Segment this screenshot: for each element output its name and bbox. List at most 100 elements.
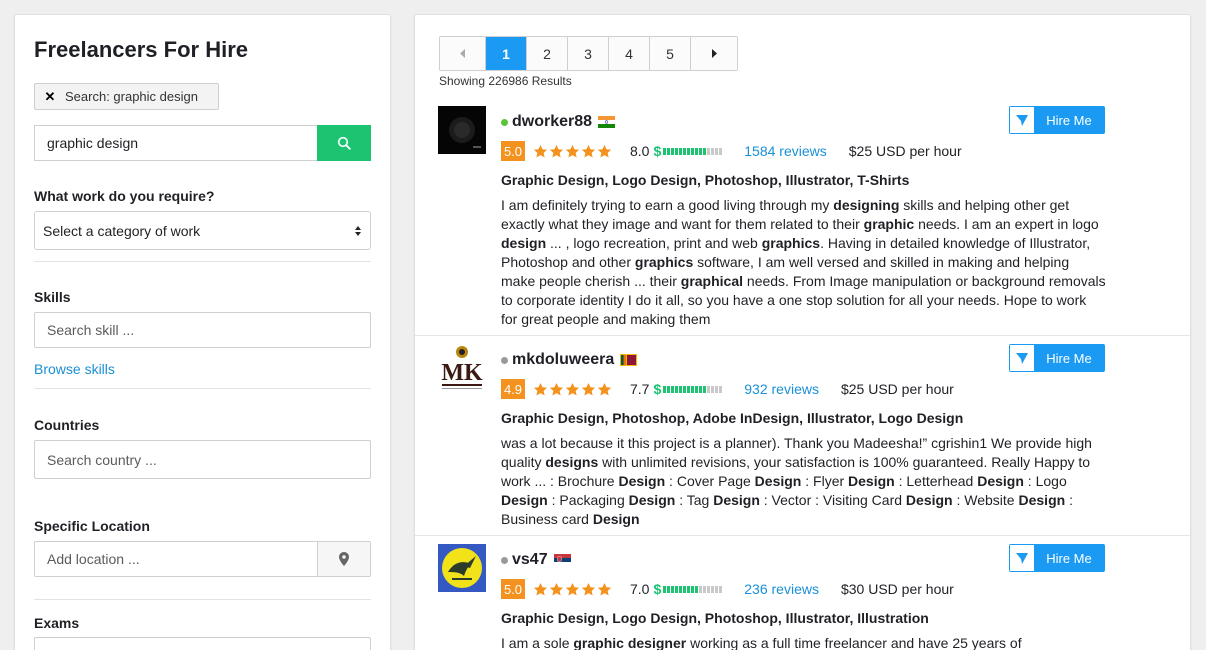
earnings-bar-segment [711,585,715,593]
skills-list: Graphic Design, Logo Design, Photoshop, … [501,610,929,626]
svg-text:MK: MK [441,360,483,386]
page-5-button[interactable]: 5 [650,37,691,70]
earnings-bar-segment [675,585,679,593]
work-label: What work do you require? [34,188,215,204]
earnings-bar-segment [711,385,715,393]
search-input[interactable]: graphic design [34,125,317,161]
earnings-bar-segment [683,385,687,393]
star-icon [549,382,564,395]
avatar-image: MK [438,344,486,392]
earnings-bar-segment [719,585,723,593]
hire-me-button[interactable]: Hire Me [1009,106,1105,134]
hire-me-button[interactable]: Hire Me [1009,544,1105,572]
star-icon [597,144,612,157]
earnings-bar-segment [703,385,707,393]
next-page-button[interactable] [691,37,737,70]
star-icon [565,144,580,157]
username-row: mkdoluweera [501,351,638,369]
earnings-bar-segment [691,147,695,155]
hourly-rate: $25 USD per hour [840,381,954,397]
earnings-bar-segment [663,585,667,593]
exams-label: Exams [34,615,80,631]
star-icon [581,582,596,595]
earnings-bar-segment [707,585,711,593]
hire-me-label: Hire Me [1046,350,1092,366]
earnings-bar-segment [703,585,707,593]
earnings-bar-segment [707,385,711,393]
hire-me-label: Hire Me [1046,550,1092,566]
hourly-rate: $25 USD per hour [848,143,962,159]
location-field: Add location ... [34,541,371,577]
avatar[interactable] [438,106,486,154]
star-icon [533,144,548,157]
earnings-bar-segment [687,147,691,155]
earnings-bar-segment [683,147,687,155]
earnings-bar-segment [671,147,675,155]
hire-me-button[interactable]: Hire Me [1009,344,1105,372]
reviews-link[interactable]: 1584 reviews [744,143,827,159]
skills-search-input[interactable]: Search skill ... [34,312,371,348]
chevron-right-icon [712,49,717,58]
prev-page-button[interactable] [440,37,486,70]
rating-badge: 5.0 [501,141,525,161]
earnings-bar-segment [695,147,699,155]
avatar[interactable]: MK [438,344,486,392]
dollar-icon: $ [653,143,662,159]
countries-label: Countries [34,417,100,433]
earnings-bar-segment [691,585,695,593]
exams-input[interactable] [34,637,371,650]
paper-plane-icon [1010,345,1034,371]
earnings-bar-segment [675,385,679,393]
star-rating [533,144,612,159]
earnings-bar-segment [663,385,667,393]
country-search-input[interactable]: Search country ... [34,440,371,479]
search-button[interactable] [317,125,371,161]
reviews-link[interactable]: 932 reviews [744,381,819,397]
serbia-flag-icon [553,554,571,566]
stats-row: 4.9 7.7 $ 932 reviews $25 USD per hour [501,379,954,399]
page-2-button[interactable]: 2 [527,37,568,70]
sri-lanka-flag-icon [620,354,638,366]
work-category-select[interactable]: Select a category of work [34,211,371,250]
chip-label: Search: graphic design [65,89,198,104]
page-1-button[interactable]: 1 [486,37,527,70]
rating-badge: 4.9 [501,379,525,399]
location-button[interactable] [318,542,370,576]
earnings-bar-segment [695,585,699,593]
skills-label: Skills [34,289,71,305]
map-pin-icon [339,552,349,566]
stats-row: 5.0 8.0 $ 1584 reviews $25 USD per hour [501,141,962,161]
offline-status-icon [501,556,508,564]
skills-list: Graphic Design, Logo Design, Photoshop, … [501,172,910,188]
reviews-link[interactable]: 236 reviews [744,581,819,597]
username-link[interactable]: vs47 [512,551,548,569]
hourly-rate: $30 USD per hour [840,581,954,597]
earnings-bar-segment [715,147,719,155]
paper-plane-icon [1010,545,1034,571]
page-4-button[interactable]: 4 [609,37,650,70]
earnings-bar-segment [695,385,699,393]
freelancer-description: was a lot because it this project is a p… [501,435,1092,527]
earnings-bar-segment [667,385,671,393]
dollar-icon: $ [653,381,662,397]
username-link[interactable]: dworker88 [512,113,592,131]
freelancer-description: I am definitely trying to earn a good li… [501,197,1106,327]
search-filter-chip[interactable]: ✕ Search: graphic design [34,83,219,110]
earnings-bar-segment [683,585,687,593]
results-count: Showing 226986 Results [439,74,572,88]
browse-skills-link[interactable]: Browse skills [34,361,115,377]
location-input[interactable]: Add location ... [35,542,318,576]
username-row: dworker88 [501,113,616,131]
star-icon [533,382,548,395]
earnings-bar [663,147,723,155]
earnings-score: 8.0 [630,143,650,159]
earnings-bar-segment [687,385,691,393]
avatar[interactable] [438,544,486,592]
rating-badge: 5.0 [501,579,525,599]
avatar-image [438,544,486,592]
offline-status-icon [501,356,508,364]
close-icon[interactable]: ✕ [35,89,65,105]
freelancer-description: I am a sole graphic designer working as … [501,635,1022,650]
page-3-button[interactable]: 3 [568,37,609,70]
username-link[interactable]: mkdoluweera [512,351,614,369]
